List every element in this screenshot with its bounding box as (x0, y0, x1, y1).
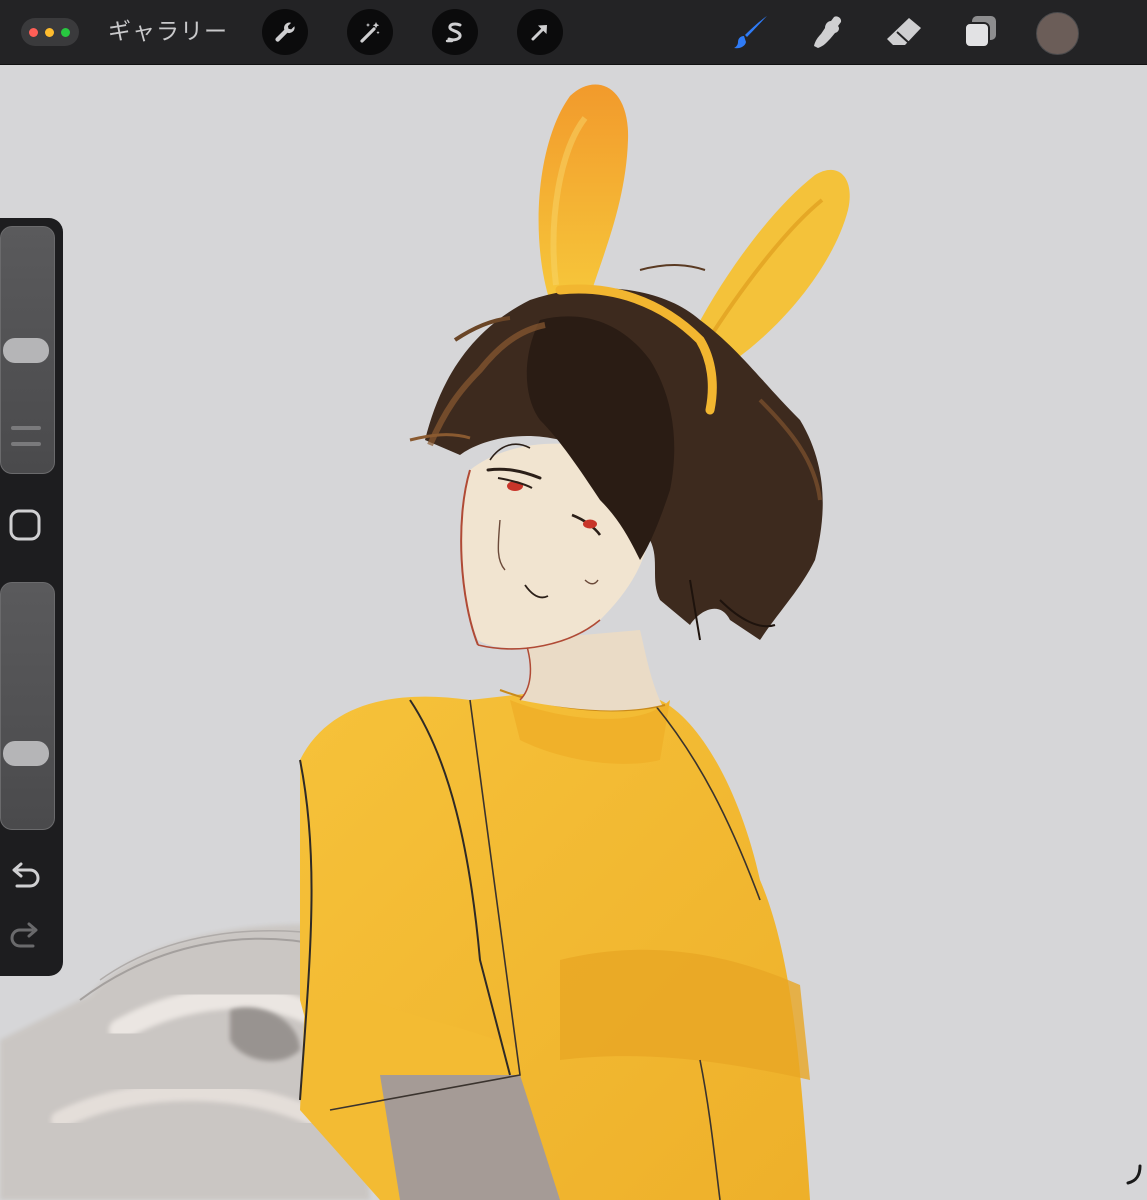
magic-wand-icon (360, 22, 380, 43)
eraser-tool-button[interactable] (882, 11, 926, 53)
slider-grip-line (11, 426, 41, 430)
arrow-cursor-icon (531, 25, 547, 41)
side-toolbar (0, 218, 63, 976)
redo-arrow-icon (10, 922, 38, 948)
transform-button[interactable] (517, 9, 563, 55)
brush-icon (734, 16, 767, 49)
brush-size-slider-knob[interactable] (3, 337, 49, 363)
brush-size-slider[interactable] (0, 226, 55, 474)
opacity-slider-knob[interactable] (3, 741, 49, 767)
square-outline-icon (9, 509, 41, 541)
adjustments-button[interactable] (347, 9, 393, 55)
window-controls[interactable] (21, 18, 79, 46)
actions-button[interactable] (262, 9, 308, 55)
close-dot-icon[interactable] (29, 28, 38, 37)
gallery-button[interactable]: ギャラリー (108, 16, 228, 48)
opacity-slider[interactable] (0, 582, 55, 830)
current-color-swatch[interactable] (1036, 12, 1079, 55)
brush-tool-button[interactable] (730, 11, 774, 53)
layers-icon (964, 16, 996, 48)
yellow-shirt (299, 689, 810, 1200)
canvas-corner-marker-icon (1126, 1164, 1142, 1185)
undo-arrow-icon (12, 862, 40, 888)
top-toolbar: ギャラリー (0, 0, 1147, 65)
smudge-tool-button[interactable] (806, 11, 850, 53)
drawing-canvas[interactable] (0, 65, 1147, 1200)
slider-grip-line (11, 442, 41, 446)
minimize-dot-icon[interactable] (45, 28, 54, 37)
smudge-finger-icon (814, 16, 842, 48)
undo-button[interactable] (8, 860, 42, 894)
eraser-icon (887, 18, 921, 45)
redo-button[interactable] (8, 920, 42, 954)
zoom-dot-icon[interactable] (61, 28, 70, 37)
modify-button[interactable] (8, 508, 42, 542)
layers-button[interactable] (958, 11, 1002, 53)
selection-s-icon (445, 22, 462, 43)
wrench-icon (275, 22, 295, 42)
selection-button[interactable] (432, 9, 478, 55)
